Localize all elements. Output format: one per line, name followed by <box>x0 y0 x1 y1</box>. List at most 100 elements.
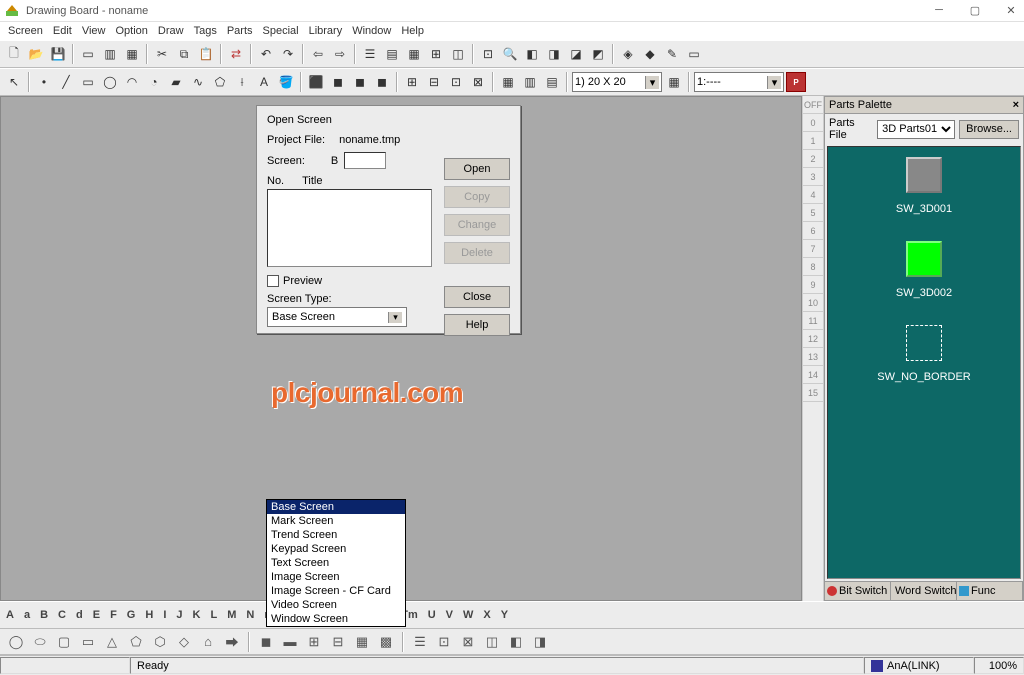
zoom-combo[interactable]: 1:----▾ <box>694 72 784 92</box>
screenlist-icon[interactable]: ▤ <box>382 44 402 64</box>
alpha-A[interactable]: A <box>6 609 14 621</box>
shape-oval-icon[interactable]: ⬭ <box>30 632 50 652</box>
parts-b-icon[interactable]: ⊟ <box>424 72 444 92</box>
undo-icon[interactable]: ↶ <box>256 44 276 64</box>
menu-tags[interactable]: Tags <box>194 25 217 37</box>
list-icon[interactable]: ☰ <box>360 44 380 64</box>
shape-circle-icon[interactable]: ◯ <box>6 632 26 652</box>
shape-house-icon[interactable]: ⌂ <box>198 632 218 652</box>
browse-button[interactable]: Browse... <box>959 120 1019 139</box>
screen-open-icon[interactable]: ▥ <box>100 44 120 64</box>
pie-icon[interactable]: ◔ <box>144 72 164 92</box>
shape-a-icon[interactable]: ◼ <box>256 632 276 652</box>
shape-pent-icon[interactable]: ⬠ <box>126 632 146 652</box>
parts-a-icon[interactable]: ⊞ <box>402 72 422 92</box>
alpha-J[interactable]: J <box>176 609 182 621</box>
taglist-icon[interactable]: ▦ <box>404 44 424 64</box>
part-sw-no-border[interactable]: SW_NO_BORDER <box>838 325 1010 383</box>
shape-rect-icon[interactable]: ▭ <box>78 632 98 652</box>
shape-b-icon[interactable]: ▬ <box>280 632 300 652</box>
option-window-screen[interactable]: Window Screen <box>267 612 405 626</box>
maximize-icon[interactable]: ▢ <box>966 4 984 17</box>
shape-j-icon[interactable]: ◫ <box>482 632 502 652</box>
new-icon[interactable]: 🗋 <box>4 44 24 64</box>
menu-screen[interactable]: Screen <box>8 25 43 37</box>
alpha-K[interactable]: K <box>193 609 201 621</box>
crossref-icon[interactable]: ⊞ <box>426 44 446 64</box>
menu-edit[interactable]: Edit <box>53 25 72 37</box>
ungroup-icon[interactable]: ◨ <box>544 44 564 64</box>
alpha-H[interactable]: H <box>145 609 153 621</box>
alpha-U[interactable]: U <box>428 609 436 621</box>
next-icon[interactable]: ⇨ <box>330 44 350 64</box>
arc-icon[interactable]: ◠ <box>122 72 142 92</box>
menu-library[interactable]: Library <box>309 25 343 37</box>
text-icon[interactable]: A <box>254 72 274 92</box>
paint-icon[interactable]: 🪣 <box>276 72 296 92</box>
screen-new-icon[interactable]: ▭ <box>78 44 98 64</box>
menu-help[interactable]: Help <box>401 25 424 37</box>
cut-icon[interactable]: ✂ <box>152 44 172 64</box>
part-sw-3d001[interactable]: SW_3D001 <box>838 157 1010 215</box>
grid-size-combo[interactable]: 1) 20 X 20▾ <box>572 72 662 92</box>
screen-number-input[interactable] <box>344 152 386 169</box>
polyline-icon[interactable]: ∿ <box>188 72 208 92</box>
alpha-E[interactable]: E <box>93 609 100 621</box>
layer-b-icon[interactable]: ◼ <box>350 72 370 92</box>
menu-window[interactable]: Window <box>352 25 391 37</box>
preview-icon[interactable]: P <box>786 72 806 92</box>
shape-e-icon[interactable]: ▦ <box>352 632 372 652</box>
parts-list[interactable]: SW_3D001 SW_3D002 SW_NO_BORDER <box>827 146 1021 579</box>
shape-k-icon[interactable]: ◧ <box>506 632 526 652</box>
menu-special[interactable]: Special <box>263 25 299 37</box>
shape-dia-icon[interactable]: ◇ <box>174 632 194 652</box>
alpha-B[interactable]: B <box>40 609 48 621</box>
tool-b-icon[interactable]: ◆ <box>640 44 660 64</box>
back-icon[interactable]: ◩ <box>588 44 608 64</box>
transfer-icon[interactable]: ⇄ <box>226 44 246 64</box>
shape-c-icon[interactable]: ⊞ <box>304 632 324 652</box>
option-base-screen[interactable]: Base Screen <box>267 500 405 514</box>
shape-rrect-icon[interactable]: ▢ <box>54 632 74 652</box>
grid-b-icon[interactable]: ▥ <box>520 72 540 92</box>
snap-icon[interactable]: ▦ <box>664 72 684 92</box>
menu-view[interactable]: View <box>82 25 106 37</box>
menu-option[interactable]: Option <box>115 25 147 37</box>
parts-c-icon[interactable]: ⊡ <box>446 72 466 92</box>
alpha-d[interactable]: d <box>76 609 83 621</box>
shape-g-icon[interactable]: ☰ <box>410 632 430 652</box>
pointer-icon[interactable]: ↖ <box>4 72 24 92</box>
tab-bit-switch[interactable]: Bit Switch <box>825 582 891 600</box>
shape-l-icon[interactable]: ◨ <box>530 632 550 652</box>
shape-d-icon[interactable]: ⊟ <box>328 632 348 652</box>
shape-tri-icon[interactable]: △ <box>102 632 122 652</box>
option-video-screen[interactable]: Video Screen <box>267 598 405 612</box>
dot-icon[interactable]: • <box>34 72 54 92</box>
scale-icon[interactable]: ⟊ <box>232 72 252 92</box>
tool-c-icon[interactable]: ✎ <box>662 44 682 64</box>
parts-file-select[interactable]: 3D Parts01 <box>877 120 955 139</box>
layer-a-icon[interactable]: ◼ <box>328 72 348 92</box>
alpha-N[interactable]: N <box>246 609 254 621</box>
alpha-G[interactable]: G <box>127 609 136 621</box>
option-image-cf-screen[interactable]: Image Screen - CF Card <box>267 584 405 598</box>
menu-draw[interactable]: Draw <box>158 25 184 37</box>
polygon-icon[interactable]: ⬠ <box>210 72 230 92</box>
group-icon[interactable]: ◧ <box>522 44 542 64</box>
minimize-icon[interactable]: ─ <box>930 4 948 17</box>
screen-list[interactable] <box>267 189 432 267</box>
drawing-canvas[interactable]: Open Screen Project File: noname.tmp Scr… <box>0 96 802 601</box>
alpha-Y[interactable]: Y <box>501 609 508 621</box>
shape-arrow-icon[interactable]: ⮕ <box>222 632 242 652</box>
option-mark-screen[interactable]: Mark Screen <box>267 514 405 528</box>
option-trend-screen[interactable]: Trend Screen <box>267 528 405 542</box>
dark-icon[interactable]: ⬛ <box>306 72 326 92</box>
tool-d-icon[interactable]: ▭ <box>684 44 704 64</box>
screentype-combo[interactable]: Base Screen ▾ <box>267 307 407 327</box>
zoom-icon[interactable]: 🔍 <box>500 44 520 64</box>
screentype-dropdown[interactable]: Base Screen Mark Screen Trend Screen Key… <box>266 499 406 627</box>
copy-icon[interactable]: ⧉ <box>174 44 194 64</box>
save-icon[interactable]: 💾 <box>48 44 68 64</box>
prev-icon[interactable]: ⇦ <box>308 44 328 64</box>
alpha-F[interactable]: F <box>110 609 117 621</box>
